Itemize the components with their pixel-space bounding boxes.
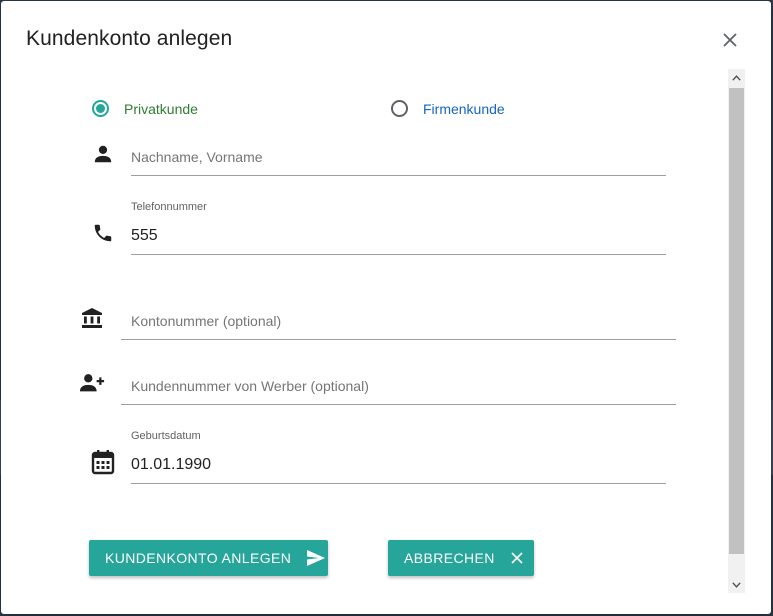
bank-icon (79, 305, 105, 331)
cancel-label: ABBRECHEN (404, 550, 495, 566)
phone-input[interactable]: 555 (131, 227, 158, 245)
birthdate-input-underline (131, 483, 666, 484)
account-input[interactable]: Kontonummer (optional) (131, 313, 281, 329)
person-icon (90, 141, 116, 167)
create-account-label: KUNDENKONTO ANLEGEN (105, 550, 292, 566)
dialog-scrollbar[interactable] (728, 69, 745, 593)
phone-input-underline (131, 254, 666, 255)
dialog-title: Kundenkonto anlegen (26, 27, 233, 50)
account-input-underline (121, 339, 676, 340)
calendar-icon (90, 449, 116, 475)
name-input-underline (131, 175, 666, 176)
scroll-thumb[interactable] (729, 88, 744, 554)
radio-private-indicator[interactable] (92, 100, 109, 117)
create-account-button[interactable]: KUNDENKONTO ANLEGEN (89, 540, 328, 576)
radio-company-customer[interactable]: Firmenkunde (391, 100, 505, 117)
referrer-input-underline (121, 404, 676, 405)
radio-company-indicator[interactable] (391, 100, 408, 117)
radio-private-customer[interactable]: Privatkunde (92, 100, 198, 117)
person-add-icon (79, 370, 105, 396)
scroll-down-arrow[interactable] (728, 576, 745, 593)
close-button[interactable] (717, 27, 743, 53)
radio-company-label: Firmenkunde (423, 100, 505, 117)
close-icon (511, 552, 523, 564)
phone-icon (90, 220, 116, 246)
scroll-up-arrow[interactable] (728, 69, 745, 86)
birthdate-input[interactable]: 01.01.1990 (131, 456, 211, 474)
referrer-input[interactable]: Kundennummer von Werber (optional) (131, 378, 369, 394)
create-customer-dialog: Kundenkonto anlegen Privatkunde Firmenku… (1, 1, 771, 614)
radio-private-label: Privatkunde (124, 100, 198, 117)
phone-label: Telefonnummer (131, 201, 207, 213)
name-input[interactable]: Nachname, Vorname (131, 149, 263, 165)
cancel-button[interactable]: ABBRECHEN (388, 540, 534, 576)
send-icon (307, 550, 326, 566)
birthdate-label: Geburtsdatum (131, 430, 201, 442)
close-icon (723, 33, 737, 47)
